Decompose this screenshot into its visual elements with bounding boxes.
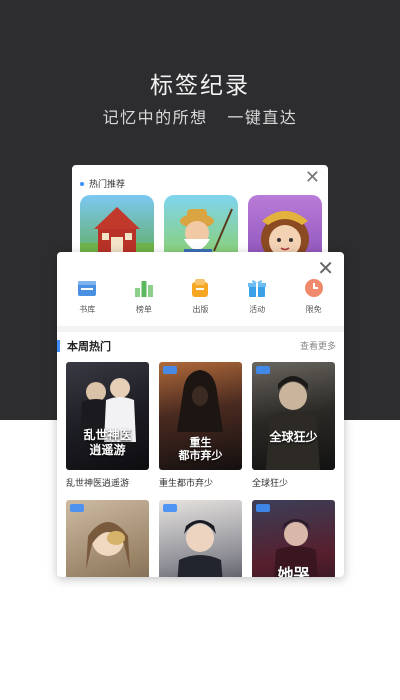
hot-recommend-card: 热门推荐 ✕	[72, 165, 328, 265]
book-item[interactable]: 乱世神医 逍遥游 乱世神医逍遥游	[66, 362, 149, 489]
section-marker	[57, 340, 60, 352]
view-more-link[interactable]: 查看更多	[300, 339, 336, 352]
bullet-dot	[80, 181, 84, 186]
book-cover[interactable]	[66, 500, 149, 577]
category-library[interactable]: 书库	[62, 277, 112, 315]
book-item[interactable]: 全球狂少 全球狂少	[252, 362, 335, 489]
clock-icon	[303, 277, 325, 299]
book-item[interactable]: 重生 都市弃少 重生都市弃少	[159, 362, 242, 489]
book-title: 全球狂少	[252, 479, 289, 489]
library-icon	[76, 277, 98, 299]
hot-recommend-header: 热门推荐	[80, 177, 125, 190]
book-item[interactable]: 她哭	[252, 500, 335, 577]
hot-recommend-title: 热门推荐	[89, 180, 126, 190]
category-label: 榜单	[135, 305, 152, 314]
book-cover[interactable]: 重生 都市弃少	[159, 362, 242, 470]
cover-title: 全球狂少	[269, 430, 318, 444]
cover-title: 重生 都市弃少	[178, 436, 223, 462]
bookstore-card: ✕ 书库 榜单 出版 活动 限免 本周热门 查看更多 乱世神医 逍遥游 乱世神医…	[57, 252, 344, 577]
section-title: 本周热门	[67, 340, 111, 353]
cover-title: 乱世神医 逍遥游	[83, 428, 132, 457]
book-cover[interactable]: 乱世神医 逍遥游	[66, 362, 149, 470]
cover-title: 她哭	[277, 565, 310, 578]
page-title: 标签纪录	[150, 73, 250, 99]
divider	[57, 326, 344, 332]
book-item[interactable]	[66, 500, 149, 577]
book-title: 重生都市弃少	[159, 479, 214, 489]
close-icon[interactable]: ✕	[317, 258, 334, 278]
category-ranking[interactable]: 榜单	[119, 277, 169, 315]
category-free[interactable]: 限免	[289, 277, 339, 315]
book-cover[interactable]	[159, 500, 242, 577]
weekly-hot-header: 本周热门 查看更多	[57, 338, 344, 354]
category-label: 出版	[192, 305, 209, 314]
category-publish[interactable]: 出版	[175, 277, 225, 315]
category-label: 书库	[79, 305, 96, 314]
book-title: 乱世神医逍遥游	[66, 479, 130, 489]
close-icon[interactable]: ✕	[305, 169, 320, 187]
gift-icon	[246, 277, 268, 299]
publish-icon	[189, 277, 211, 299]
category-nav: 书库 榜单 出版 活动 限免	[57, 277, 344, 315]
book-item[interactable]	[159, 500, 242, 577]
page-subtitle: 记忆中的所想 一键直达	[102, 108, 298, 127]
category-label: 活动	[249, 305, 266, 314]
category-label: 限免	[305, 305, 322, 314]
book-cover[interactable]: 她哭	[252, 500, 335, 577]
book-cover[interactable]: 全球狂少	[252, 362, 335, 470]
ranking-icon	[133, 277, 155, 299]
category-activity[interactable]: 活动	[232, 277, 282, 315]
